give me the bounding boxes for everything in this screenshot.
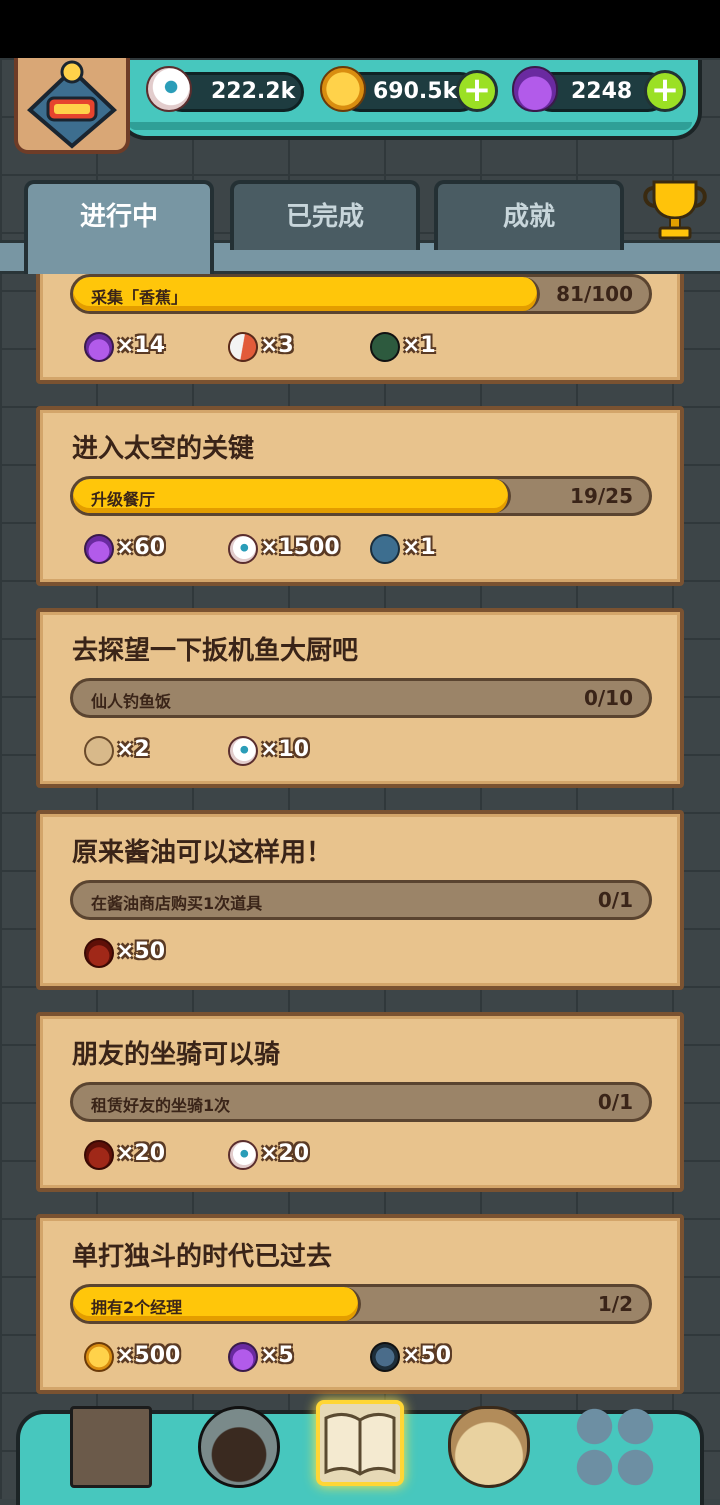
- resource-bar: 222.2k 690.5k + 2248 +: [118, 60, 702, 140]
- add-coins-button[interactable]: +: [456, 70, 498, 112]
- quest-progress-bar: 升级餐厅 19/25: [70, 476, 652, 516]
- quest-progress-count: 19/25: [570, 484, 633, 508]
- soy-drop-icon: [84, 1140, 114, 1170]
- quest-list[interactable]: 香蕉的采集练习采集「香蕉」81/100×14×3×1进入太空的关键升级餐厅19/…: [0, 274, 720, 1414]
- quest-progress-count: 81/100: [556, 282, 633, 306]
- tab-achievements[interactable]: 成就: [434, 180, 624, 250]
- chip-icon: [370, 332, 400, 362]
- quest-card[interactable]: 香蕉的采集练习采集「香蕉」81/100×14×3×1: [36, 274, 684, 384]
- quest-title: 进入太空的关键: [72, 434, 255, 464]
- quest-progress-count: 0/10: [583, 686, 633, 710]
- quest-progress-bar: 仙人钓鱼饭 0/10: [70, 678, 652, 718]
- eye-icon: [228, 736, 258, 766]
- grid-menu-icon[interactable]: [574, 1406, 656, 1488]
- reward-amount: ×10: [260, 737, 310, 762]
- book-icon[interactable]: [316, 1400, 404, 1486]
- quest-task-label: 在酱油商店购买1次道具: [91, 894, 263, 913]
- badge-icon: [363, 527, 407, 571]
- quest-card[interactable]: 单打独斗的时代已过去拥有2个经理 1/2 ×500 ×5 ×50: [36, 1214, 684, 1394]
- status-bar: [0, 0, 720, 58]
- soy-drop-icon: [84, 938, 114, 968]
- orb-icon: [370, 1342, 400, 1372]
- quest-card[interactable]: 进入太空的关键升级餐厅 19/25 ×60 ×1500 ×1: [36, 406, 684, 586]
- quest-title: 去探望一下扳机鱼大厨吧: [72, 636, 359, 666]
- scroll-icon: [84, 736, 114, 766]
- reward-amount: ×1500: [260, 535, 340, 560]
- reward-amount: ×20: [116, 1141, 166, 1166]
- quest-card[interactable]: 原来酱油可以这样用！ 在酱油商店购买1次道具 0/1 ×50: [36, 810, 684, 990]
- quest-progress-bar: 租赁好友的坐骑1次 0/1: [70, 1082, 652, 1122]
- quest-progress-bar: 采集「香蕉」 81/100: [70, 274, 652, 314]
- quest-progress-count: 1/2: [597, 1292, 633, 1316]
- potion-icon: [84, 534, 114, 564]
- monster-icon[interactable]: [198, 1406, 280, 1488]
- reward-amount: ×1: [402, 535, 436, 560]
- tab-completed[interactable]: 已完成: [230, 180, 420, 250]
- quest-progress-bar: 在酱油商店购买1次道具 0/1: [70, 880, 652, 920]
- quest-task-label: 采集「香蕉」: [91, 288, 188, 307]
- eye-icon: [228, 534, 258, 564]
- eye-icon: [146, 66, 192, 112]
- money-bag-icon[interactable]: [448, 1406, 530, 1488]
- potion-icon: [228, 1342, 258, 1372]
- quest-task-label: 拥有2个经理: [91, 1298, 183, 1317]
- reward-amount: ×5: [260, 1343, 294, 1368]
- quest-card[interactable]: 去探望一下扳机鱼大厨吧仙人钓鱼饭 0/10 ×2 ×10: [36, 608, 684, 788]
- player-avatar[interactable]: [14, 58, 130, 154]
- quest-title: 朋友的坐骑可以骑: [72, 1040, 281, 1070]
- quest-card[interactable]: 朋友的坐骑可以骑租赁好友的坐骑1次 0/1 ×20 ×20: [36, 1012, 684, 1192]
- coin-icon: [320, 66, 366, 112]
- trophy-icon[interactable]: [640, 176, 710, 242]
- potions-value: 2248: [571, 79, 633, 104]
- quest-progress-count: 0/1: [597, 1090, 633, 1114]
- reward-amount: ×2: [116, 737, 150, 762]
- coin-icon: [84, 1342, 114, 1372]
- reward-amount: ×1: [402, 333, 436, 358]
- quest-task-label: 租赁好友的坐骑1次: [91, 1096, 231, 1115]
- capsule-icon: [222, 326, 264, 368]
- quest-task-label: 仙人钓鱼饭: [91, 692, 172, 711]
- coins-value: 690.5k: [373, 79, 458, 104]
- reward-amount: ×60: [116, 535, 166, 560]
- reward-amount: ×500: [116, 1343, 181, 1368]
- tab-in-progress[interactable]: 进行中: [24, 180, 214, 274]
- reward-amount: ×50: [402, 1343, 452, 1368]
- eye-icon: [228, 1140, 258, 1170]
- quest-progress-count: 0/1: [597, 888, 633, 912]
- robot-avatar-icon: [27, 60, 117, 149]
- quest-progress-bar: 拥有2个经理 1/2: [70, 1284, 652, 1324]
- potion-icon: [84, 332, 114, 362]
- reward-amount: ×20: [260, 1141, 310, 1166]
- quest-title: 单打独斗的时代已过去: [72, 1242, 333, 1272]
- quest-task-label: 升级餐厅: [91, 490, 156, 509]
- reward-amount: ×3: [260, 333, 294, 358]
- reward-amount: ×14: [116, 333, 166, 358]
- eyes-value: 222.2k: [211, 79, 296, 104]
- reward-amount: ×50: [116, 939, 166, 964]
- shop-icon[interactable]: [70, 1406, 152, 1488]
- add-potions-button[interactable]: +: [644, 70, 686, 112]
- quest-title: 原来酱油可以这样用！: [72, 838, 333, 868]
- potion-icon: [512, 66, 558, 112]
